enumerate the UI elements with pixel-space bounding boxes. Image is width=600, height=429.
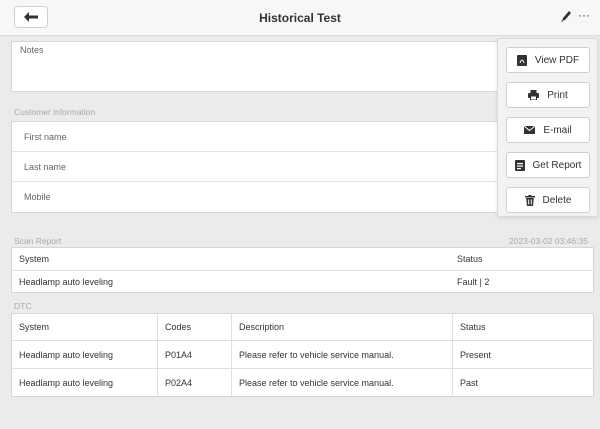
actions-menu: View PDF Print E-mail Get Report Delete	[497, 38, 598, 217]
dtc-header-row: System Codes Description Status	[11, 313, 594, 341]
top-bar: Historical Test ···	[0, 0, 600, 36]
print-label: Print	[547, 89, 568, 101]
system-cell: Headlamp auto leveling	[19, 378, 114, 388]
mobile-label: Mobile	[24, 192, 51, 202]
table-row[interactable]: Headlamp auto leveling P02A4 Please refe…	[11, 369, 594, 397]
table-row[interactable]: Headlamp auto leveling Fault | 2	[11, 271, 594, 293]
description-cell: Please refer to vehicle service manual.	[239, 378, 394, 388]
dtc-section-label: DTC	[14, 301, 32, 311]
column-header-description: Description	[239, 321, 285, 332]
column-header-status: Status	[457, 253, 483, 264]
column-header-codes: Codes	[165, 321, 192, 332]
column-header-system: System	[19, 321, 50, 332]
first-name-field[interactable]: First name	[12, 122, 532, 152]
report-icon	[514, 159, 525, 171]
column-header-status: Status	[460, 321, 486, 332]
scan-report-timestamp: 2023-03-02 03:46:35	[509, 236, 588, 246]
email-button[interactable]: E-mail	[506, 117, 590, 143]
email-label: E-mail	[543, 124, 572, 136]
view-pdf-button[interactable]: View PDF	[506, 47, 590, 73]
get-report-button[interactable]: Get Report	[506, 152, 590, 178]
get-report-label: Get Report	[532, 159, 582, 171]
print-button[interactable]: Print	[506, 82, 590, 108]
notes-label: Notes	[20, 45, 44, 55]
view-pdf-label: View PDF	[534, 54, 580, 66]
page-title: Historical Test	[259, 11, 341, 25]
last-name-label: Last name	[24, 162, 67, 172]
system-cell: Headlamp auto leveling	[19, 349, 114, 360]
first-name-label: First name	[24, 132, 67, 142]
mail-icon	[524, 126, 536, 134]
more-options-button[interactable]: ···	[578, 8, 590, 22]
delete-label: Delete	[542, 194, 572, 206]
table-row[interactable]: Headlamp auto leveling P01A4 Please refe…	[11, 341, 594, 369]
code-cell: P01A4	[165, 349, 193, 360]
printer-icon	[528, 90, 540, 100]
status-cell: Past	[460, 378, 479, 388]
mobile-field[interactable]: Mobile	[12, 182, 532, 212]
scan-report-header-row: System Status	[11, 247, 594, 271]
scan-report-section-label: Scan Report	[14, 236, 62, 246]
pencil-icon[interactable]	[560, 9, 572, 23]
status-cell: Present	[460, 349, 492, 360]
pdf-icon	[516, 54, 527, 66]
description-cell: Please refer to vehicle service manual.	[239, 349, 394, 360]
column-header-system: System	[19, 253, 50, 264]
status-cell: Fault | 2	[457, 277, 490, 287]
customer-section-label: Customer information	[14, 107, 96, 117]
system-cell: Headlamp auto leveling	[19, 277, 114, 287]
delete-button[interactable]: Delete	[506, 187, 590, 213]
code-cell: P02A4	[165, 378, 193, 388]
last-name-field[interactable]: Last name	[12, 152, 532, 182]
trash-icon	[524, 194, 535, 206]
